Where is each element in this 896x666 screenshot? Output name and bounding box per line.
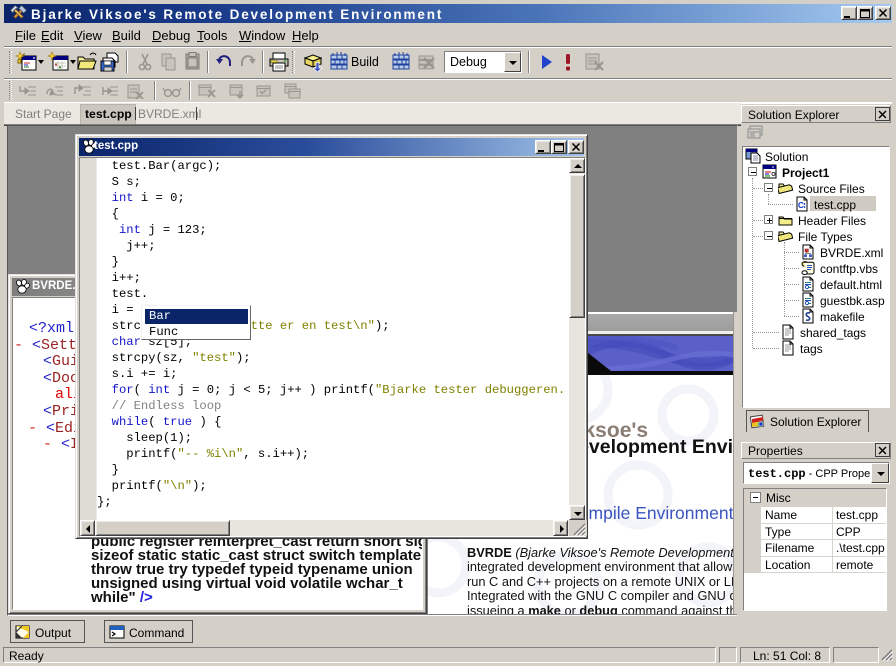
svg-text:C: C — [798, 201, 804, 210]
